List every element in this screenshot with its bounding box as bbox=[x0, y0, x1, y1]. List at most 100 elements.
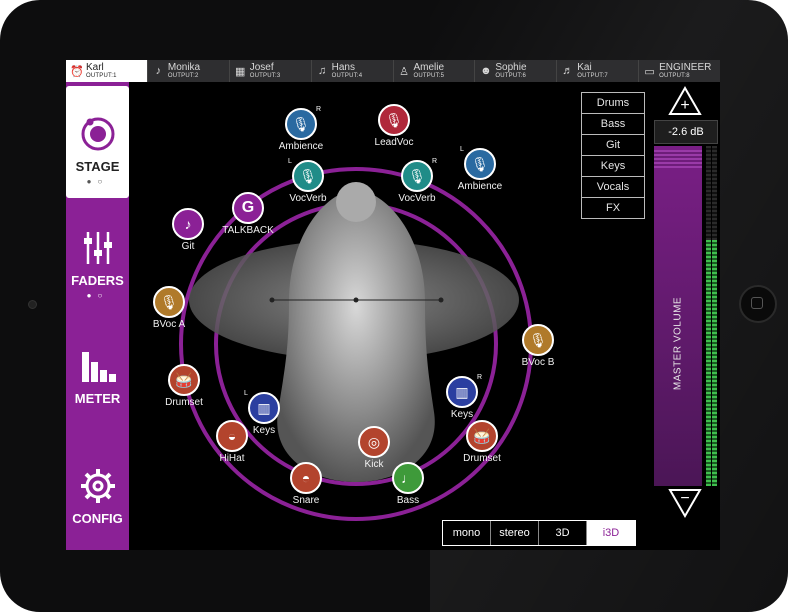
app-screen: ⏰ Karl OUTPUT:1 ♪ Monika OUTPUT:2 ▦ Josef O… bbox=[66, 60, 720, 550]
stage-icon bbox=[81, 117, 114, 151]
channel-flag: R bbox=[431, 158, 437, 165]
output-tabs: ⏰ Karl OUTPUT:1 ♪ Monika OUTPUT:2 ▦ Josef O… bbox=[66, 60, 720, 82]
tab-output: OUTPUT:3 bbox=[249, 72, 281, 79]
keyboard-icon: ▥ R bbox=[446, 374, 482, 408]
channel-label: Keys bbox=[450, 409, 474, 420]
guitar-icon: ♪ bbox=[172, 208, 204, 240]
saxophone-icon: ♬ bbox=[562, 65, 574, 77]
channel-flag: L bbox=[460, 146, 464, 153]
guitar-icon: ♪ bbox=[155, 65, 162, 77]
microphone-icon: 🎙 bbox=[522, 324, 554, 356]
channel-glyph: ◎ bbox=[367, 433, 381, 450]
channel-ambience-r[interactable]: 🎙 R Ambience bbox=[251, 106, 351, 152]
tab-name: Kai bbox=[577, 61, 592, 73]
channel-glyph: ▥ bbox=[257, 399, 271, 416]
tab-name: Hans bbox=[331, 61, 355, 73]
channel-label: Ambience bbox=[278, 141, 324, 152]
nav-config-label: CONFIG bbox=[72, 511, 123, 526]
channel-glyph: 🎙 bbox=[529, 331, 547, 348]
channel-keys-r[interactable]: ▥ R Keys bbox=[412, 374, 512, 420]
group-vocals[interactable]: Vocals bbox=[582, 177, 644, 198]
channel-git[interactable]: ♪ Git bbox=[138, 208, 238, 252]
channel-hihat[interactable]: ◒ HiHat bbox=[182, 420, 282, 464]
channel-bvoc-a[interactable]: 🎙 BVoc A bbox=[119, 286, 219, 330]
level-meter-fill bbox=[712, 240, 717, 486]
channel-glyph: G bbox=[241, 199, 255, 216]
channel-glyph: ▥ bbox=[455, 383, 469, 400]
level-meter-right bbox=[712, 146, 717, 486]
channel-leadvoc[interactable]: 🎙 LeadVoc bbox=[344, 104, 444, 148]
channel-flag: R bbox=[315, 106, 321, 113]
level-meter-left bbox=[706, 146, 711, 486]
meter-icon bbox=[81, 352, 116, 382]
channel-drumset-r[interactable]: 🥁 Drumset bbox=[432, 420, 532, 464]
mode-stereo[interactable]: stereo bbox=[491, 521, 539, 545]
channel-vocverb-r[interactable]: 🎙 R VocVerb bbox=[367, 158, 467, 204]
tab-name: Amelie bbox=[413, 61, 445, 73]
tablet-device: ⏰ Karl OUTPUT:1 ♪ Monika OUTPUT:2 ▦ Josef O… bbox=[0, 0, 788, 612]
channel-glyph: ◒ bbox=[227, 428, 237, 444]
channel-glyph: 🎙 bbox=[299, 167, 317, 184]
channel-label: Snare bbox=[292, 495, 320, 506]
plus-icon: + bbox=[680, 97, 689, 114]
volume-up-button[interactable]: + bbox=[668, 86, 702, 116]
group-fx[interactable]: FX bbox=[582, 198, 644, 218]
group-selector: Drums Bass Git Keys Vocals FX bbox=[581, 92, 645, 219]
home-button[interactable] bbox=[739, 285, 777, 323]
master-fader-handle[interactable] bbox=[654, 150, 702, 168]
volume-down-button[interactable]: − bbox=[668, 488, 702, 518]
tab-output-5[interactable]: ♙ Amelie OUTPUT:5 bbox=[394, 60, 476, 82]
keyboard-icon: ▦ bbox=[235, 65, 246, 78]
master-volume-label: MASTER VOLUME bbox=[672, 296, 684, 391]
mixer-icon: ▭ bbox=[644, 65, 655, 78]
gear-icon bbox=[80, 469, 115, 503]
tab-name: Karl bbox=[86, 61, 104, 73]
channel-label: VocVerb bbox=[398, 193, 436, 204]
tab-output-4[interactable]: ♫ Hans OUTPUT:4 bbox=[312, 60, 394, 82]
snare-icon: ◓ bbox=[290, 462, 322, 494]
hihat-icon: ◒ bbox=[216, 420, 248, 452]
nav-stage-label: STAGE bbox=[75, 159, 120, 174]
nav-meter[interactable]: METER bbox=[66, 346, 129, 416]
channel-label: BVoc B bbox=[521, 357, 555, 368]
tab-output-8[interactable]: ▭ ENGINEER OUTPUT:8 bbox=[639, 60, 720, 82]
channel-label: Git bbox=[181, 241, 195, 252]
microphone-icon: 🎙 L bbox=[460, 146, 496, 180]
stage-area[interactable]: 🎙 R Ambience 🎙 LeadVoc 🎙 L Ambience 🎙 L Voc… bbox=[129, 82, 649, 550]
channel-glyph: 🎙 bbox=[292, 115, 310, 132]
channel-glyph: 🥁 bbox=[473, 427, 491, 444]
tab-name: ENGINEER bbox=[659, 61, 712, 73]
mode-3d[interactable]: 3D bbox=[539, 521, 587, 545]
tab-output-3[interactable]: ▦ Josef OUTPUT:3 bbox=[230, 60, 312, 82]
render-mode-selector: mono stereo 3D i3D bbox=[442, 520, 636, 546]
front-camera bbox=[28, 300, 37, 309]
mode-mono[interactable]: mono bbox=[443, 521, 491, 545]
channel-glyph: ♩ bbox=[401, 470, 415, 486]
channel-glyph: 🎙 bbox=[471, 155, 489, 172]
group-git[interactable]: Git bbox=[582, 135, 644, 156]
channel-snare[interactable]: ◓ Snare bbox=[256, 462, 356, 506]
nav-meter-label: METER bbox=[74, 391, 121, 406]
group-bass[interactable]: Bass bbox=[582, 114, 644, 135]
nav-stage[interactable]: STAGE ●○ bbox=[66, 86, 129, 198]
microphone-icon: 🎙 L bbox=[288, 158, 324, 192]
nav-config[interactable]: CONFIG bbox=[66, 466, 129, 536]
channel-bass[interactable]: ♩ Bass bbox=[358, 462, 458, 506]
channel-bvoc-b[interactable]: 🎙 BVoc B bbox=[488, 324, 588, 368]
level-meter-fill bbox=[706, 240, 711, 486]
group-drums[interactable]: Drums bbox=[582, 93, 644, 114]
tab-output-2[interactable]: ♪ Monika OUTPUT:2 bbox=[148, 60, 230, 82]
tab-output-1[interactable]: ⏰ Karl OUTPUT:1 bbox=[66, 60, 148, 82]
tab-output-7[interactable]: ♬ Kai OUTPUT:7 bbox=[557, 60, 640, 82]
tab-output-6[interactable]: ☻ Sophie OUTPUT:6 bbox=[475, 60, 558, 82]
channel-flag: R bbox=[476, 374, 482, 381]
channel-label: LeadVoc bbox=[374, 137, 414, 148]
microphone-icon: 🎙 R bbox=[285, 106, 321, 140]
kick-drum-icon: ◎ bbox=[358, 426, 390, 458]
group-keys[interactable]: Keys bbox=[582, 156, 644, 177]
channel-flag: L bbox=[288, 158, 292, 165]
microphone-icon: 🎙 R bbox=[401, 158, 437, 192]
master-volume-panel: + -2.6 dB MASTER VOLUME − bbox=[654, 86, 718, 526]
mode-i3d[interactable]: i3D bbox=[587, 521, 635, 545]
tab-output: OUTPUT:6 bbox=[495, 72, 526, 79]
